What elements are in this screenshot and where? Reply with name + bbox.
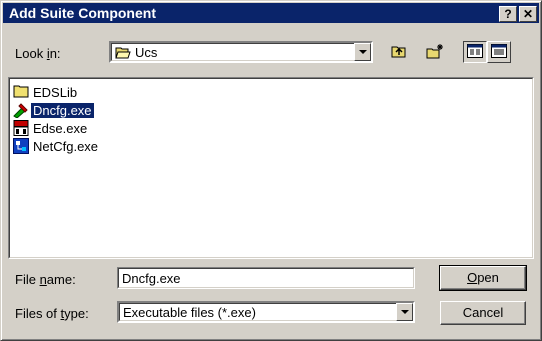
lookin-label-post: n: xyxy=(49,46,61,61)
list-item-edslib[interactable]: EDSLib xyxy=(13,83,79,101)
list-item-label: EDSLib xyxy=(33,84,78,100)
list-item-label: NetCfg.exe xyxy=(33,138,99,154)
list-item-label: Edse.exe xyxy=(33,120,88,136)
filetype-dropdown-button[interactable] xyxy=(396,303,413,321)
filename-input[interactable]: Dncfg.exe xyxy=(117,267,415,289)
help-button[interactable]: ? xyxy=(499,6,517,22)
eds-app-icon xyxy=(13,120,29,136)
folder-open-icon xyxy=(115,46,131,59)
list-view-button[interactable] xyxy=(463,41,487,63)
list-item-edse[interactable]: Edse.exe xyxy=(13,119,89,137)
folder-icon xyxy=(13,84,29,100)
list-item-dncfg[interactable]: Dncfg.exe xyxy=(13,101,95,119)
dncfg-app-icon xyxy=(13,102,29,119)
filename-value: Dncfg.exe xyxy=(122,271,181,286)
filetype-label-post: ype: xyxy=(64,306,89,321)
lookin-label: Look in: xyxy=(15,46,61,61)
filename-label-post: ame: xyxy=(46,272,76,287)
lookin-label-pre: Look xyxy=(15,46,47,61)
filename-label-pre: File xyxy=(15,272,40,287)
filetype-combo[interactable]: Executable files (*.exe) xyxy=(117,301,415,323)
open-button-label: pen xyxy=(477,270,499,285)
list-item-label: Dncfg.exe xyxy=(30,101,95,119)
new-folder-icon xyxy=(426,43,444,63)
dialog-window: Add Suite Component ? ✕ Look in: Ucs EDS… xyxy=(0,0,542,341)
open-button[interactable]: Open xyxy=(439,265,527,291)
list-view-icon xyxy=(467,44,483,62)
filetype-value: Executable files (*.exe) xyxy=(123,305,256,320)
lookin-value: Ucs xyxy=(135,45,158,60)
open-button-hotkey: O xyxy=(467,270,478,285)
dialog-title: Add Suite Component xyxy=(9,5,156,21)
filetype-label: Files of type: xyxy=(15,306,89,321)
filetype-label-pre: Files of xyxy=(15,306,61,321)
lookin-dropdown-button[interactable] xyxy=(354,43,371,61)
up-folder-icon xyxy=(391,44,407,62)
file-list[interactable]: EDSLib Dncfg.exe Edse.exe NetCfg.exe xyxy=(8,77,534,259)
up-folder-button[interactable] xyxy=(387,41,411,63)
details-view-button[interactable] xyxy=(487,41,511,63)
filename-label: File name: xyxy=(15,272,76,287)
title-bar[interactable]: Add Suite Component ? ✕ xyxy=(3,3,539,23)
close-button[interactable]: ✕ xyxy=(519,6,537,22)
new-folder-button[interactable] xyxy=(423,41,447,63)
netcfg-app-icon xyxy=(13,138,29,154)
filename-label-hotkey: n xyxy=(39,272,47,287)
details-view-icon xyxy=(491,44,507,62)
lookin-combo[interactable]: Ucs xyxy=(109,41,373,63)
cancel-button[interactable]: Cancel xyxy=(440,301,526,325)
list-item-netcfg[interactable]: NetCfg.exe xyxy=(13,137,100,155)
